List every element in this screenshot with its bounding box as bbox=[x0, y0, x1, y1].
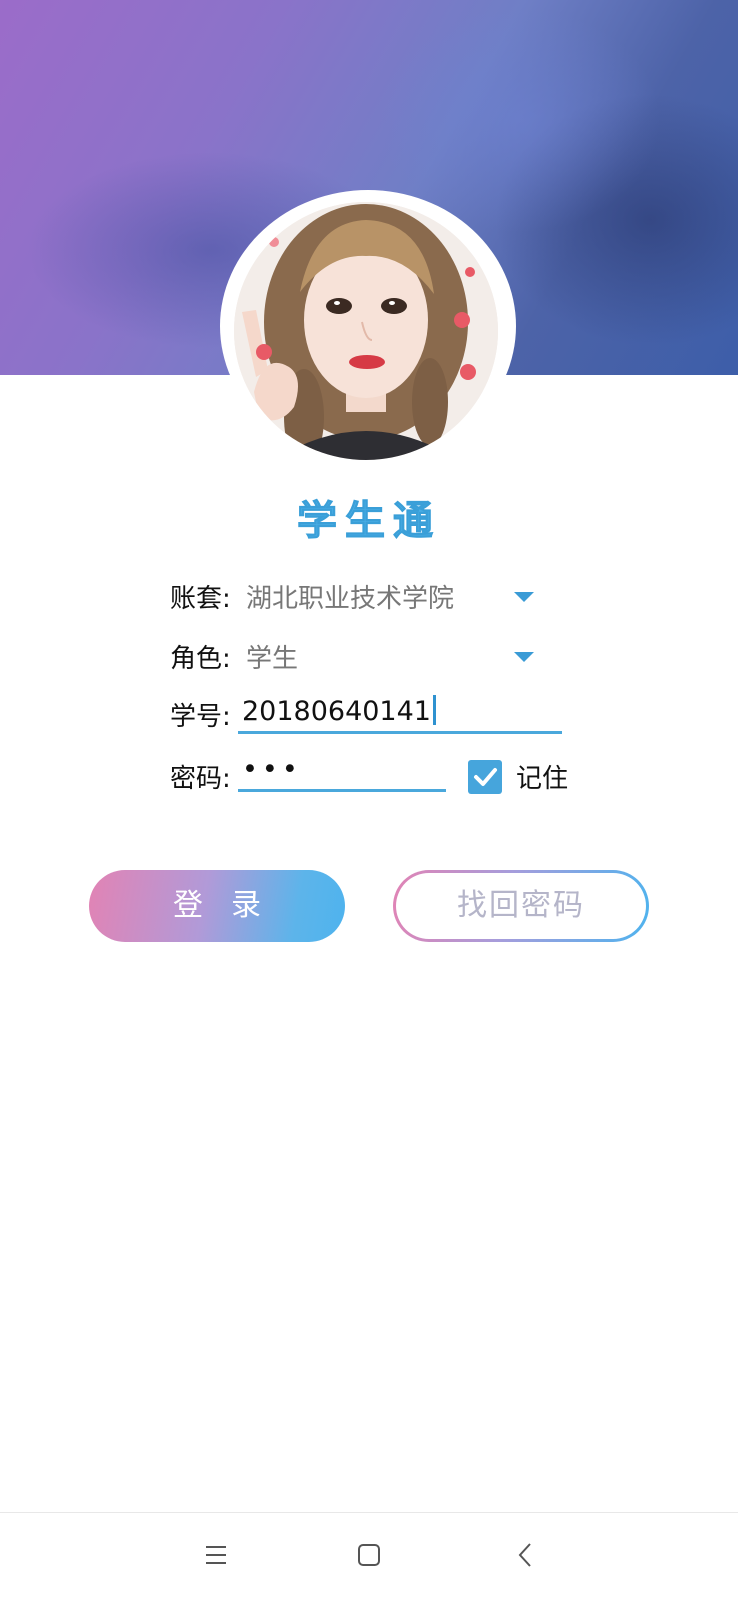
student-id-input[interactable]: 20180640141 bbox=[238, 694, 562, 734]
avatar bbox=[234, 202, 498, 460]
role-label: 角色: bbox=[170, 644, 231, 674]
recover-password-button[interactable]: 找回密码 bbox=[393, 870, 649, 942]
system-nav-bar bbox=[0, 1512, 738, 1600]
app-title: 学生通 bbox=[297, 498, 441, 545]
remember-checkbox[interactable] bbox=[468, 760, 502, 794]
role-dropdown-icon[interactable] bbox=[514, 652, 534, 662]
login-button[interactable]: 登录 bbox=[89, 870, 345, 942]
remember-label: 记住 bbox=[516, 764, 569, 794]
login-screen: 学生通 账套: 湖北职业技术学院 角色: 学生 学号: 20180640141 … bbox=[0, 0, 738, 1600]
password-label: 密码: bbox=[170, 764, 231, 794]
password-value: ••• bbox=[242, 754, 302, 785]
menu-icon[interactable] bbox=[196, 1535, 236, 1575]
account-set-label: 账套: bbox=[170, 584, 231, 614]
student-id-value: 20180640141 bbox=[242, 696, 431, 727]
role-select[interactable]: 学生 bbox=[246, 638, 298, 675]
avatar-photo bbox=[234, 202, 498, 460]
home-icon[interactable] bbox=[349, 1535, 389, 1575]
back-icon[interactable] bbox=[506, 1535, 546, 1575]
recover-password-label: 找回密码 bbox=[396, 873, 646, 939]
check-icon bbox=[474, 768, 497, 786]
account-set-select[interactable]: 湖北职业技术学院 bbox=[246, 578, 454, 615]
text-cursor bbox=[432, 695, 436, 725]
password-input[interactable]: ••• bbox=[238, 752, 446, 792]
student-id-label: 学号: bbox=[170, 702, 231, 732]
account-set-dropdown-icon[interactable] bbox=[514, 592, 534, 602]
